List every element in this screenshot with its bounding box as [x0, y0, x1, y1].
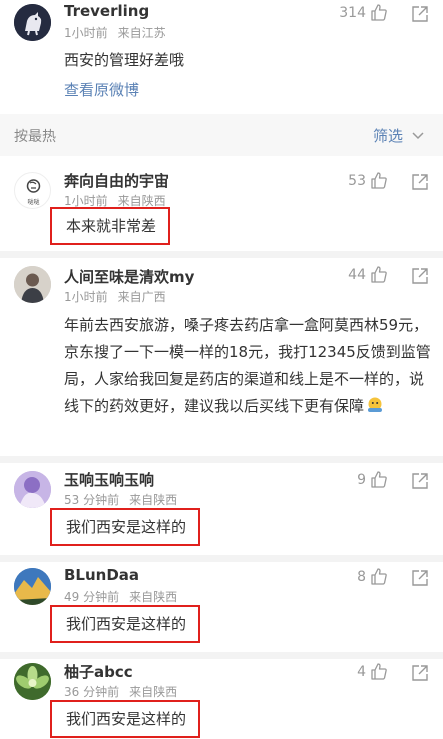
comment-time: 49 分钟前	[64, 590, 120, 604]
comment-location: 来自陕西	[129, 590, 178, 604]
comment-location: 来自陕西	[129, 493, 178, 507]
post-meta: 1小时前 来自江苏	[64, 24, 166, 41]
comment-text-wrapper: 我们西安是这样的	[50, 605, 421, 643]
like-count: 9	[357, 471, 366, 488]
like-count: 8	[357, 568, 366, 585]
like-count: 4	[357, 663, 366, 680]
separator	[0, 251, 443, 258]
share-icon[interactable]	[411, 569, 429, 587]
like-count: 44	[348, 266, 366, 283]
comment-meta: 1小时前 来自广西	[64, 288, 166, 305]
user-name[interactable]: Treverling	[64, 2, 149, 20]
comment-text-wrapper: 我们西安是这样的	[50, 508, 421, 546]
post-text: 西安的管理好差哦	[64, 51, 185, 69]
comment-location: 来自陕西	[117, 194, 166, 208]
share-icon[interactable]	[411, 173, 429, 191]
comment-item: BLunDaa 49 分钟前 来自陕西 我们西安是这样的 8	[0, 562, 443, 652]
separator	[0, 555, 443, 562]
comment-text: 我们西安是这样的	[50, 605, 201, 643]
comment-time: 53 分钟前	[64, 493, 120, 507]
comment-location: 来自广西	[117, 290, 166, 304]
post-time: 1小时前	[64, 26, 108, 40]
comment-meta: 53 分钟前 来自陕西	[64, 491, 177, 508]
thumbs-up-icon	[371, 471, 387, 488]
separator	[0, 652, 443, 659]
like-button[interactable]: 314	[339, 4, 387, 21]
sort-label[interactable]: 按最热	[14, 126, 56, 146]
thumbs-up-icon	[371, 568, 387, 585]
share-icon[interactable]	[411, 5, 429, 23]
top-post: Treverling 1小时前 来自江苏 西安的管理好差哦 查看原微博 314	[0, 0, 443, 114]
comment-text: 我们西安是这样的	[50, 700, 201, 738]
thumbs-up-icon	[371, 172, 387, 189]
filter-button[interactable]: 筛选	[373, 125, 425, 146]
avatar[interactable]: 哒哒	[14, 172, 51, 209]
comment-text-wrapper: 年前去西安旅游，嗓子疼去药店拿一盒阿莫西林59元，京东搜了一下一模一样的18元，…	[64, 312, 431, 420]
like-button[interactable]: 9	[357, 471, 387, 488]
avatar[interactable]	[14, 4, 51, 41]
thumbs-up-icon	[371, 663, 387, 680]
avatar[interactable]	[14, 663, 51, 700]
avatar[interactable]	[14, 568, 51, 605]
comment-text-wrapper: 本来就非常差	[50, 207, 421, 245]
user-name[interactable]: 奔向自由的宇宙	[64, 170, 169, 191]
separator	[0, 456, 443, 463]
user-name[interactable]: 柚子abcc	[64, 661, 133, 682]
like-button[interactable]: 8	[357, 568, 387, 585]
post-location: 来自江苏	[117, 26, 166, 40]
comment-meta: 36 分钟前 来自陕西	[64, 683, 177, 700]
user-name[interactable]: BLunDaa	[64, 566, 139, 584]
comment-text: 我们西安是这样的	[50, 508, 201, 546]
share-icon[interactable]	[411, 472, 429, 490]
chevron-down-icon	[412, 131, 424, 139]
comment-item: 柚子abcc 36 分钟前 来自陕西 我们西安是这样的 4	[0, 659, 443, 739]
filter-label: 筛选	[372, 127, 403, 145]
emoji-icon	[366, 396, 384, 414]
comment-item: 哒哒 奔向自由的宇宙 1小时前 来自陕西 本来就非常差 53	[0, 160, 443, 250]
user-name[interactable]: 人间至味是清欢my	[64, 266, 194, 287]
sort-bar: 按最热 筛选	[0, 114, 443, 156]
like-button[interactable]: 4	[357, 663, 387, 680]
avatar[interactable]	[14, 266, 51, 303]
user-name[interactable]: 玉响玉响玉响	[64, 469, 154, 490]
comment-text-wrapper: 我们西安是这样的	[50, 700, 421, 738]
view-original-link[interactable]: 查看原微博	[64, 79, 139, 100]
avatar-logo-text: 哒哒	[27, 198, 39, 206]
like-count: 314	[339, 4, 366, 21]
comment-item: 人间至味是清欢my 1小时前 来自广西 年前去西安旅游，嗓子疼去药店拿一盒阿莫西林…	[0, 258, 443, 456]
thumbs-up-icon	[371, 4, 387, 21]
comment-location: 来自陕西	[129, 685, 178, 699]
comment-time: 1小时前	[64, 194, 108, 208]
like-button[interactable]: 44	[348, 266, 387, 283]
share-icon[interactable]	[411, 267, 429, 285]
comment-text: 本来就非常差	[50, 207, 171, 245]
like-count: 53	[348, 172, 366, 189]
comment-meta: 49 分钟前 来自陕西	[64, 588, 177, 605]
comment-time: 1小时前	[64, 290, 108, 304]
thumbs-up-icon	[371, 266, 387, 283]
like-button[interactable]: 53	[348, 172, 387, 189]
comment-time: 36 分钟前	[64, 685, 120, 699]
comment-item: 玉响玉响玉响 53 分钟前 来自陕西 我们西安是这样的 9	[0, 463, 443, 555]
avatar[interactable]	[14, 471, 51, 508]
share-icon[interactable]	[411, 664, 429, 682]
